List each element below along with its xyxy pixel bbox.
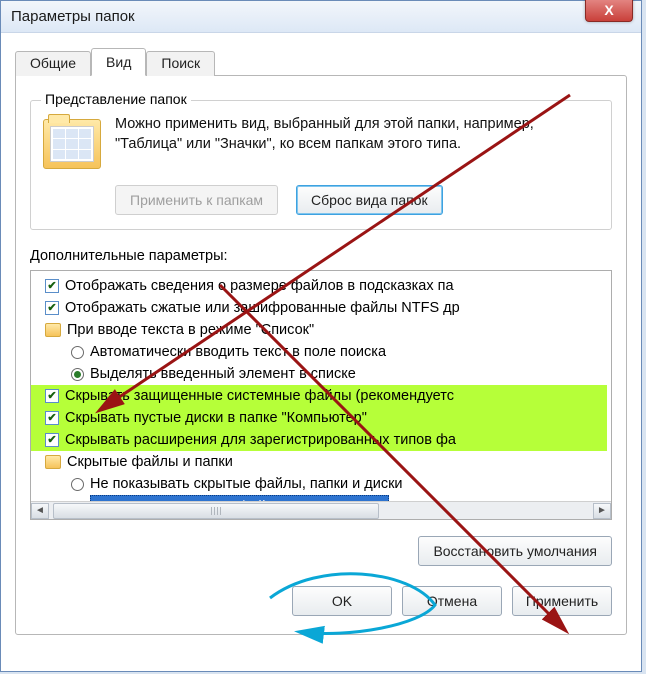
- folder-node-icon: [45, 323, 61, 337]
- scroll-track[interactable]: [49, 503, 593, 519]
- reset-folders-button[interactable]: Сброс вида папок: [296, 185, 443, 215]
- apply-button[interactable]: Применить: [512, 586, 612, 616]
- opt-label: Скрытые файлы и папки: [67, 451, 233, 473]
- checkbox-checked-icon[interactable]: [45, 301, 59, 315]
- dialog-buttons: OK Отмена Применить: [30, 586, 612, 616]
- close-button[interactable]: X: [585, 0, 633, 22]
- opt-label: Отображать сведения о размере файлов в п…: [65, 275, 454, 297]
- close-icon: X: [604, 2, 613, 18]
- tree-content: Отображать сведения о размере файлов в п…: [31, 271, 611, 520]
- tab-general[interactable]: Общие: [15, 51, 91, 76]
- advanced-label: Дополнительные параметры:: [30, 248, 612, 264]
- opt-label: Автоматически вводить текст в поле поиск…: [90, 341, 386, 363]
- opt-select-typed-item[interactable]: Выделять введенный элемент в списке: [31, 363, 607, 385]
- cancel-button[interactable]: Отмена: [402, 586, 502, 616]
- checkbox-checked-icon[interactable]: [45, 433, 59, 447]
- scroll-thumb[interactable]: [53, 503, 379, 519]
- folder-icon: [43, 119, 101, 169]
- checkbox-checked-icon[interactable]: [45, 389, 59, 403]
- scroll-right-arrow-icon[interactable]: ►: [593, 503, 611, 519]
- client-area: Общие Вид Поиск Представление папок Можн…: [1, 33, 641, 645]
- opt-label: Скрывать пустые диски в папке "Компьютер…: [65, 407, 367, 429]
- opt-hide-protected-os[interactable]: Скрывать защищенные системные файлы (рек…: [31, 385, 607, 407]
- tab-page-view: Представление папок Можно применить вид,…: [15, 75, 627, 635]
- group-description: Можно применить вид, выбранный для этой …: [115, 115, 599, 169]
- opt-label: Выделять введенный элемент в списке: [90, 363, 356, 385]
- titlebar[interactable]: Параметры папок X: [1, 1, 641, 33]
- opt-hide-empty-drives[interactable]: Скрывать пустые диски в папке "Компьютер…: [31, 407, 607, 429]
- opt-dont-show-hidden[interactable]: Не показывать скрытые файлы, папки и дис…: [31, 473, 607, 495]
- folder-node-icon: [45, 455, 61, 469]
- radio-selected-icon[interactable]: [71, 368, 84, 381]
- tab-search[interactable]: Поиск: [146, 51, 215, 76]
- tab-strip: Общие Вид Поиск: [15, 48, 627, 76]
- folder-options-window: Параметры папок X Общие Вид Поиск Предст…: [0, 0, 642, 672]
- opt-label: Скрывать расширения для зарегистрированн…: [65, 429, 456, 451]
- opt-hidden-files-folder[interactable]: Скрытые файлы и папки: [31, 451, 607, 473]
- apply-to-folders-button[interactable]: Применить к папкам: [115, 185, 278, 215]
- ok-button[interactable]: OK: [292, 586, 392, 616]
- opt-label: Не показывать скрытые файлы, папки и дис…: [90, 473, 403, 495]
- checkbox-checked-icon[interactable]: [45, 411, 59, 425]
- checkbox-checked-icon[interactable]: [45, 279, 59, 293]
- restore-defaults-button[interactable]: Восстановить умолчания: [418, 536, 612, 566]
- opt-auto-type-search[interactable]: Автоматически вводить текст в поле поиск…: [31, 341, 607, 363]
- folder-views-group: Представление папок Можно применить вид,…: [30, 100, 612, 230]
- scroll-left-arrow-icon[interactable]: ◄: [31, 503, 49, 519]
- advanced-settings-tree[interactable]: Отображать сведения о размере файлов в п…: [30, 270, 612, 520]
- opt-show-ntfs-color[interactable]: Отображать сжатые или зашифрованные файл…: [31, 297, 607, 319]
- opt-label: При вводе текста в режиме "Список": [67, 319, 314, 341]
- opt-label: Отображать сжатые или зашифрованные файл…: [65, 297, 460, 319]
- opt-label: Скрывать защищенные системные файлы (рек…: [65, 385, 454, 407]
- radio-icon[interactable]: [71, 478, 84, 491]
- window-title: Параметры папок: [11, 8, 135, 25]
- radio-icon[interactable]: [71, 346, 84, 359]
- tab-view[interactable]: Вид: [91, 48, 146, 76]
- horizontal-scrollbar[interactable]: ◄ ►: [31, 501, 611, 519]
- opt-show-size-tooltips[interactable]: Отображать сведения о размере файлов в п…: [31, 275, 607, 297]
- opt-typing-in-list[interactable]: При вводе текста в режиме "Список": [31, 319, 607, 341]
- opt-hide-extensions[interactable]: Скрывать расширения для зарегистрированн…: [31, 429, 607, 451]
- group-legend: Представление папок: [41, 91, 191, 107]
